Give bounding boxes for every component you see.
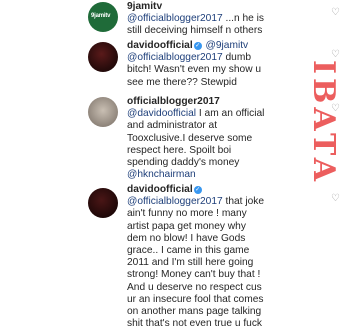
comment-username[interactable]: davidoofficial [127, 40, 193, 51]
comment-line: and administrator at [127, 120, 218, 132]
comment-username[interactable]: 9jamitv [127, 1, 162, 12]
heart-icon[interactable]: ♡ [331, 8, 340, 18]
comment-line: strong! Money can't buy that ! [127, 269, 261, 281]
comment-line: still deceiving himself n others [127, 25, 263, 37]
verified-badge-icon: ✓ [193, 186, 202, 194]
watermark-text: IBATA [306, 60, 341, 185]
comment-line: grace.. I came in this game [127, 245, 250, 257]
comment-line: spending daddy's money [127, 157, 240, 169]
avatar[interactable] [88, 97, 118, 127]
comment-line: shit that's not even true u fuck [127, 318, 263, 330]
comment-line: ain't funny no more ! many [127, 208, 247, 220]
comment-line: ur an insecure fool that comes [127, 293, 264, 305]
heart-icon[interactable]: ♡ [331, 194, 340, 204]
comment-line: respect here. Spoilt boi [127, 144, 232, 156]
comment-text: 9jamitv @officialblogger2017 ...n he is … [127, 1, 327, 38]
comment-text: officialblogger2017 @davidoofficial I am… [127, 96, 327, 181]
mention-link[interactable]: @davidoofficial [127, 108, 196, 119]
mention-link[interactable]: @officialblogger2017 [127, 196, 223, 207]
heart-icon[interactable]: ♡ [331, 50, 340, 60]
comment-line: dem no blow! I have Gods [127, 232, 246, 244]
comment-line: Tooxclusive.I deserve some [127, 132, 253, 144]
mention-link[interactable]: @officialblogger2017 [127, 13, 223, 24]
avatar[interactable] [88, 188, 118, 218]
avatar[interactable]: 9jamitv [88, 2, 118, 32]
mention-link[interactable]: @9jamitv [206, 40, 249, 51]
comment-line: artist papa get money why [127, 220, 246, 232]
verified-badge-icon: ✓ [193, 42, 202, 50]
comment-line: 2011 and I'm still here going [127, 257, 254, 269]
avatar-label: 9jamitv [91, 13, 111, 19]
comment-username[interactable]: davidoofficial [127, 184, 193, 195]
comment-line: ...n he is [222, 13, 265, 25]
avatar[interactable] [88, 42, 118, 72]
comment-line: on another mans page talking [127, 306, 262, 318]
comment-feed: 9jamitv 9jamitv @officialblogger2017 ...… [0, 0, 350, 329]
comment-line: that joke [222, 196, 265, 208]
comment-text: davidoofficial ✓ @officialblogger2017 tha… [127, 184, 327, 330]
comment-line: And u deserve no respect cus [127, 281, 262, 293]
mention-link[interactable]: @hknchairman [127, 169, 196, 180]
comment-line: I am an official [196, 108, 265, 120]
